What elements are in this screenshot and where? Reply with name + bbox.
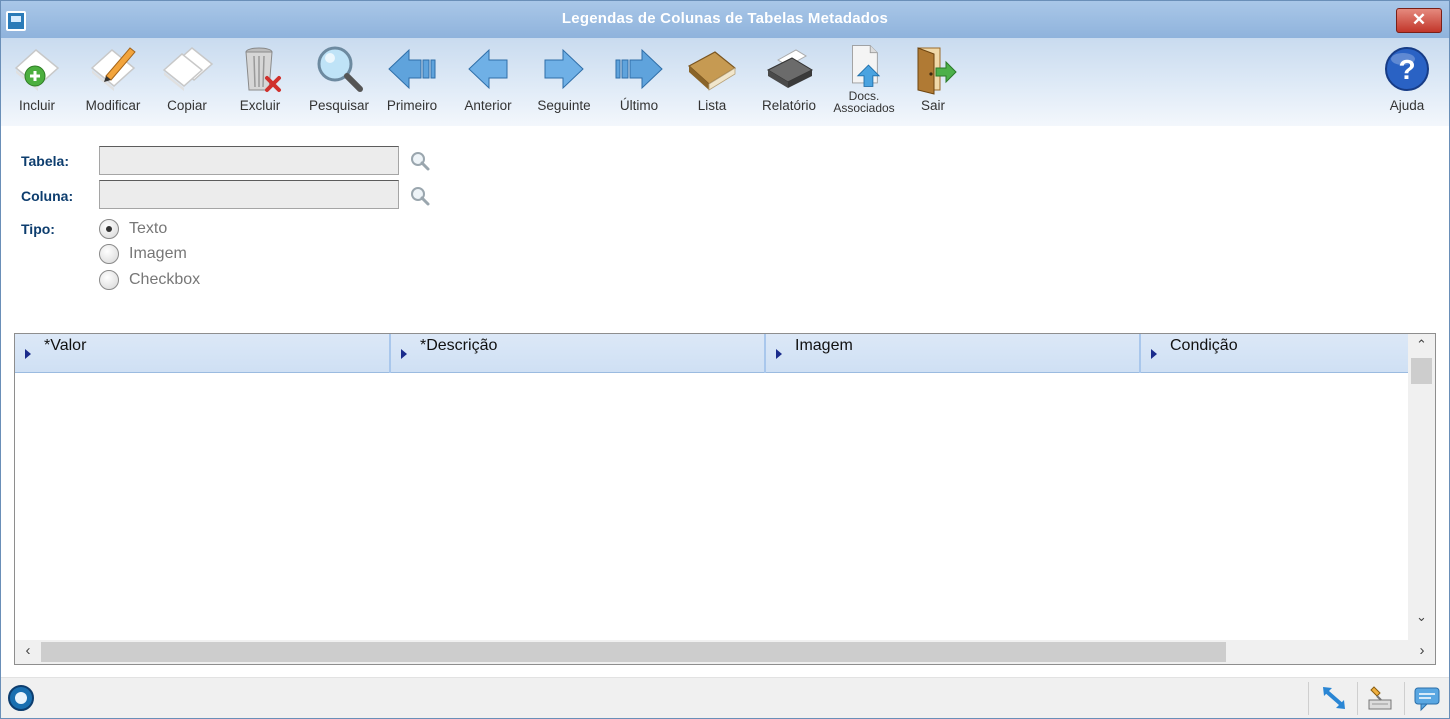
seguinte-label: Seguinte (537, 98, 591, 113)
coluna-lookup-icon[interactable] (409, 185, 431, 207)
svg-text:?: ? (1398, 54, 1415, 85)
tabela-label: Tabela: (21, 153, 69, 169)
status-separator (1308, 682, 1309, 715)
column-header-descricao[interactable]: *Descrição (391, 334, 766, 373)
keyboard-settings-icon[interactable] (1365, 683, 1395, 713)
radio-button-checked[interactable] (99, 219, 119, 239)
status-bar (1, 677, 1449, 718)
docs-associados-button[interactable]: Docs. Associados (828, 42, 900, 122)
magnifier-icon (317, 46, 363, 92)
close-button[interactable]: ✕ (1396, 8, 1442, 33)
modificar-label: Modificar (85, 98, 141, 113)
edit-pencil-icon (90, 47, 136, 91)
row-marker-icon (401, 349, 407, 359)
main-window: Legendas de Colunas de Tabelas Metadados… (0, 0, 1450, 719)
incluir-label: Incluir (18, 98, 55, 113)
radio-button[interactable] (99, 244, 119, 264)
trash-delete-icon (245, 47, 281, 92)
attached-docs-icon (852, 45, 881, 87)
status-logo-icon (8, 685, 34, 711)
lista-button[interactable]: Lista (676, 42, 748, 122)
book-list-icon (687, 51, 737, 91)
tipo-option-imagem: Imagem (129, 245, 187, 262)
row-marker-icon (776, 349, 782, 359)
tipo-option-texto: Texto (129, 220, 168, 237)
pesquisar-button[interactable]: Pesquisar (303, 42, 375, 122)
vertical-scroll-thumb[interactable] (1411, 358, 1432, 384)
sair-button[interactable]: Sair (897, 42, 969, 122)
scroll-right-icon[interactable]: › (1409, 640, 1435, 664)
column-header-label: Imagem (795, 337, 853, 354)
scroll-up-icon[interactable]: ⌃ (1408, 334, 1435, 356)
next-record-icon (544, 48, 584, 90)
horizontal-scroll-thumb[interactable] (41, 642, 1226, 662)
status-separator (1357, 682, 1358, 715)
status-separator (1404, 682, 1405, 715)
first-record-icon (388, 48, 436, 90)
column-header-label: Condição (1170, 337, 1238, 354)
column-header-label: *Descrição (420, 337, 498, 354)
last-record-icon (615, 48, 663, 90)
excluir-button[interactable]: Excluir (224, 42, 296, 122)
tabela-lookup-icon[interactable] (409, 150, 431, 172)
chat-message-icon[interactable] (1412, 683, 1442, 713)
ajuda-label: Ajuda (1389, 98, 1425, 113)
previous-record-icon (468, 48, 508, 90)
ultimo-label: Último (619, 98, 659, 113)
ajuda-button[interactable]: ? Ajuda (1371, 42, 1443, 122)
add-document-icon (14, 49, 60, 91)
row-marker-icon (1151, 349, 1157, 359)
relatorio-button[interactable]: Relatório (753, 42, 825, 122)
coluna-label: Coluna: (21, 188, 74, 204)
exit-door-icon (917, 47, 957, 95)
column-header-label: *Valor (44, 337, 87, 354)
tabela-field[interactable] (99, 146, 399, 175)
copy-icon (162, 47, 214, 91)
window-title: Legendas de Colunas de Tabelas Metadados (561, 10, 889, 27)
toolbar: Incluir Modificar Copiar Excluir Pesquis… (1, 38, 1449, 126)
primeiro-button[interactable]: Primeiro (376, 42, 448, 122)
tipo-label: Tipo: (21, 221, 55, 237)
scroll-down-icon[interactable]: ⌄ (1408, 606, 1435, 628)
seguinte-button[interactable]: Seguinte (528, 42, 600, 122)
expand-arrows-icon[interactable] (1319, 683, 1349, 713)
relatorio-label: Relatório (761, 98, 817, 113)
data-grid[interactable]: *Valor *Descrição Imagem Condição ⌃ ⌄ ‹ (14, 333, 1436, 665)
copiar-label: Copiar (167, 98, 207, 113)
primeiro-label: Primeiro (386, 98, 438, 113)
anterior-label: Anterior (464, 98, 512, 113)
sair-label: Sair (920, 98, 945, 113)
column-header-valor[interactable]: *Valor (15, 334, 391, 373)
coluna-field[interactable] (99, 180, 399, 209)
tipo-option-checkbox: Checkbox (129, 271, 201, 288)
radio-button[interactable] (99, 270, 119, 290)
column-header-condicao[interactable]: Condição (1141, 334, 1408, 373)
lista-label: Lista (697, 98, 727, 113)
help-icon: ? (1385, 47, 1429, 91)
horizontal-scrollbar[interactable]: ‹ › (15, 640, 1435, 664)
pesquisar-label: Pesquisar (308, 98, 370, 113)
title-bar: Legendas de Colunas de Tabelas Metadados… (1, 1, 1449, 38)
excluir-label: Excluir (239, 98, 281, 113)
scroll-left-icon[interactable]: ‹ (15, 640, 41, 664)
vertical-scrollbar[interactable]: ⌃ ⌄ (1408, 334, 1435, 640)
modificar-button[interactable]: Modificar (77, 42, 149, 122)
row-marker-icon (25, 349, 31, 359)
incluir-button[interactable]: Incluir (1, 42, 73, 122)
ultimo-button[interactable]: Último (603, 42, 675, 122)
column-header-imagem[interactable]: Imagem (766, 334, 1141, 373)
printer-icon (766, 49, 814, 88)
anterior-button[interactable]: Anterior (452, 42, 524, 122)
copiar-button[interactable]: Copiar (151, 42, 223, 122)
grid-header: *Valor *Descrição Imagem Condição (15, 334, 1408, 373)
docs-associados-label-2: Associados (833, 101, 895, 115)
